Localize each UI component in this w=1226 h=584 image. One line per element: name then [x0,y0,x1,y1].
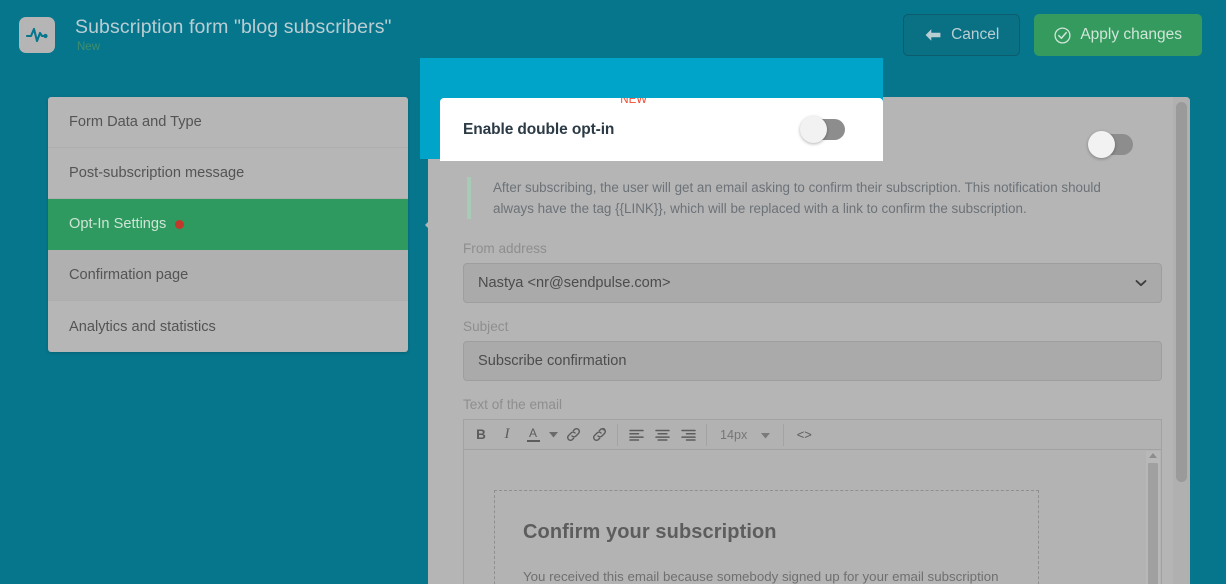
email-preview-body: You received this email because somebody… [523,569,999,584]
panel-scrollbar[interactable] [1173,97,1190,584]
text-color-button[interactable]: A [520,421,546,449]
apply-changes-button[interactable]: Apply changes [1034,14,1202,56]
sidebar-item-label: Analytics and statistics [69,318,216,335]
toolbar-separator [783,423,785,446]
apply-changes-button-label: Apply changes [1080,26,1182,43]
double-optin-note: After subscribing, the user will get an … [467,177,1138,220]
scroll-up-arrow-icon[interactable] [1149,453,1157,459]
email-text-editor: Text of the email B I A 14px <> Confirm … [463,397,1162,584]
chevron-down-icon [1135,276,1147,290]
from-address-select[interactable]: Nastya <nr@sendpulse.com> [463,263,1162,304]
from-address-field-block: From address Nastya <nr@sendpulse.com> [463,241,1162,304]
font-size-select[interactable]: 14px [712,428,778,442]
editor-canvas[interactable]: Confirm your subscription You received t… [463,449,1162,584]
page-subtitle: New [77,41,101,54]
app-root: Subscription form "blog subscribers" New… [0,0,1226,584]
panel-content: Enable double opt-in NEW After subscribi… [428,97,1173,584]
toolbar-separator [706,423,707,446]
sidebar-item-form-data-and-type[interactable]: Form Data and Type [48,97,408,148]
toggle-knob [1088,130,1115,158]
toolbar-separator [617,423,618,446]
enable-double-optin-toggle[interactable] [1088,130,1133,158]
sidebar-item-confirmation-page[interactable]: Confirmation page [48,250,408,301]
opt-in-settings-panel: Enable double opt-in NEW After subscribi… [428,97,1190,584]
font-size-caret-icon [761,428,771,442]
cancel-button-label: Cancel [951,26,1000,43]
email-preview: Confirm your subscription You received t… [464,450,1148,584]
subject-value: Subscribe confirmation [478,353,627,370]
email-preview-heading: Confirm your subscription [523,521,777,544]
sidebar-item-label: Form Data and Type [69,114,202,130]
page-title: Subscription form "blog subscribers" [75,15,392,38]
text-color-underline [526,440,540,443]
sidebar-item-label: Post-subscription message [69,165,245,181]
source-code-button[interactable]: <> [789,421,819,449]
settings-sidebar: Form Data and Type Post-subscription mes… [48,97,408,352]
from-address-label: From address [463,241,547,257]
sidebar-item-post-subscription-message[interactable]: Post-subscription message [48,148,408,199]
arrow-left-icon [924,28,942,42]
from-address-value: Nastya <nr@sendpulse.com> [478,275,671,292]
align-left-icon[interactable] [623,421,649,449]
link-icon[interactable] [560,421,586,449]
subject-label: Subject [463,319,509,335]
editor-scrollbar[interactable] [1146,451,1160,584]
sidebar-item-label: Opt-In Settings [69,216,167,232]
italic-button[interactable]: I [494,421,520,449]
align-center-icon[interactable] [649,421,675,449]
cancel-button[interactable]: Cancel [903,14,1021,56]
new-badge: NEW [620,98,648,106]
subject-field-block: Subject Subscribe confirmation [463,319,1162,382]
subject-input[interactable]: Subscribe confirmation [463,341,1162,382]
bold-button[interactable]: B [468,421,494,449]
align-right-icon[interactable] [675,421,701,449]
text-color-caret-icon[interactable] [546,421,560,449]
sidebar-item-analytics-and-statistics[interactable]: Analytics and statistics [48,301,408,352]
status-dot-icon [175,219,185,229]
email-preview-card: Confirm your subscription You received t… [494,490,1039,584]
unlink-icon[interactable] [586,421,612,449]
enable-double-optin-toggle[interactable] [800,116,845,143]
editor-scrollbar-thumb[interactable] [1148,463,1158,584]
sidebar-item-opt-in-settings[interactable]: Opt-In Settings [48,199,408,250]
spotlight-content: Enable double opt-in NEW [440,98,883,161]
check-circle-icon [1054,26,1071,44]
editor-toolbar: B I A 14px <> [463,419,1162,450]
enable-double-optin-row-highlighted: Enable double opt-in NEW [440,98,883,161]
double-optin-note-text: After subscribing, the user will get an … [493,180,1101,217]
header-title-group: Subscription form "blog subscribers" New [75,15,392,54]
sidebar-item-label: Confirmation page [69,267,189,283]
pulse-icon [19,17,55,53]
panel-scrollbar-thumb[interactable] [1176,102,1187,482]
email-text-label: Text of the email [463,397,562,413]
font-size-value: 14px [720,427,748,442]
enable-double-optin-label: Enable double opt-in [463,120,615,138]
text-color-letter: A [528,426,537,441]
toggle-knob [800,116,827,143]
